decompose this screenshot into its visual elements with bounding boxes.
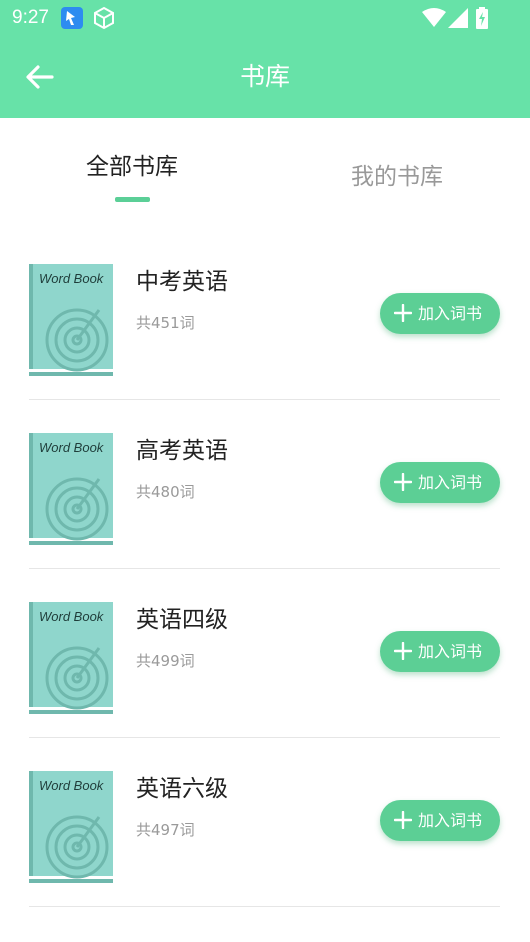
book-word-count: 共499词 <box>136 652 195 670</box>
plus-icon <box>394 304 412 322</box>
tab-all-library[interactable]: 全部书库 <box>86 151 178 183</box>
add-book-button[interactable]: 加入词书 <box>380 631 500 672</box>
plus-icon <box>394 473 412 491</box>
add-book-label: 加入词书 <box>418 304 483 323</box>
status-icons <box>422 7 492 29</box>
add-book-label: 加入词书 <box>418 642 483 661</box>
add-book-button[interactable]: 加入词书 <box>380 800 500 841</box>
tab-my-library[interactable]: 我的书库 <box>351 161 443 193</box>
plus-icon <box>394 642 412 660</box>
app-header: 9:27 书库 <box>0 0 530 118</box>
book-title: 英语六级 <box>136 776 228 802</box>
list-item: Word Book 中考英语 共451词 加入词书 <box>29 230 500 400</box>
book-cover-label: Word Book <box>39 440 105 455</box>
book-title: 英语四级 <box>136 607 228 633</box>
book-cover-label: Word Book <box>39 271 105 286</box>
book-word-count: 共480词 <box>136 483 195 501</box>
add-book-button[interactable]: 加入词书 <box>380 462 500 503</box>
list-item: Word Book 英语六级 共497词 加入词书 <box>29 737 500 907</box>
book-word-count: 共497词 <box>136 821 195 839</box>
page-title: 书库 <box>239 62 290 91</box>
tab-active-indicator <box>115 197 150 202</box>
list-item: Word Book 英语四级 共499词 加入词书 <box>29 568 500 738</box>
tab-bar: 全部书库 我的书库 <box>0 118 530 208</box>
book-cover-label: Word Book <box>39 778 105 793</box>
cube-icon <box>94 6 114 30</box>
book-title: 高考英语 <box>136 438 228 464</box>
book-word-count: 共451词 <box>136 314 195 332</box>
book-cover-icon: Word Book <box>29 602 113 714</box>
battery-charging-icon <box>476 7 488 29</box>
app-arrow-icon <box>61 7 83 29</box>
cell-signal-icon <box>448 8 468 28</box>
book-title: 中考英语 <box>136 269 228 295</box>
add-book-label: 加入词书 <box>418 473 483 492</box>
book-cover-icon: Word Book <box>29 264 113 376</box>
add-book-label: 加入词书 <box>418 811 483 830</box>
status-bar: 9:27 <box>0 0 530 36</box>
title-bar: 书库 <box>0 40 530 116</box>
book-cover-icon: Word Book <box>29 771 113 883</box>
status-time: 9:27 <box>12 7 49 28</box>
add-book-button[interactable]: 加入词书 <box>380 293 500 334</box>
plus-icon <box>394 811 412 829</box>
book-cover-icon: Word Book <box>29 433 113 545</box>
book-cover-label: Word Book <box>39 609 105 624</box>
list-item: Word Book 高考英语 共480词 加入词书 <box>29 399 500 569</box>
wifi-icon <box>422 8 446 27</box>
